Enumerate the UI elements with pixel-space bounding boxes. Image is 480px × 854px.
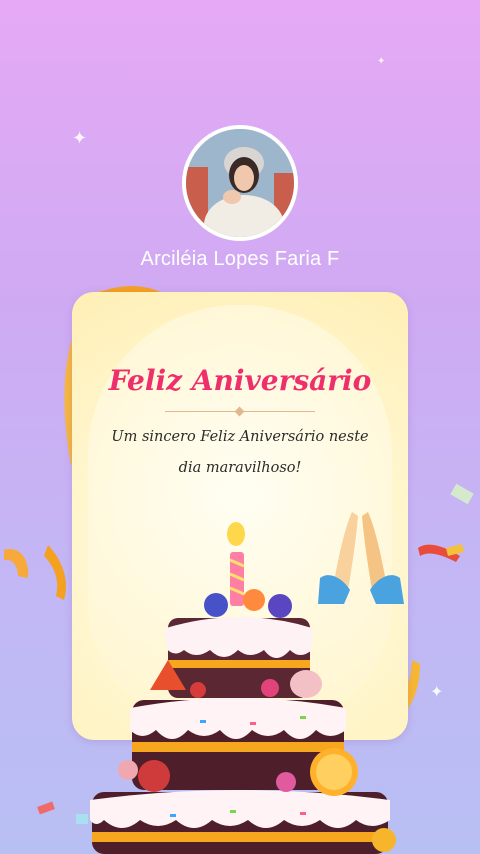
birthday-cake-icon (90, 522, 396, 854)
